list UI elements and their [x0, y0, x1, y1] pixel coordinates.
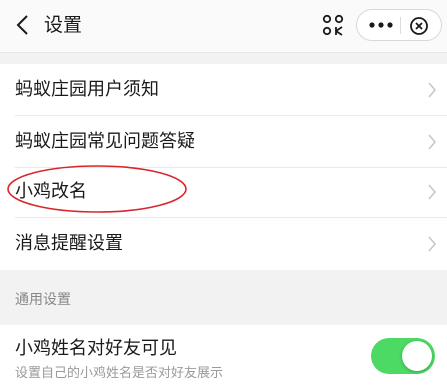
- capsule-divider: [400, 17, 401, 34]
- chevron-right-icon: [428, 134, 437, 150]
- chevron-right-icon: [428, 184, 437, 200]
- list-item-label: 小鸡改名: [15, 181, 87, 202]
- list-item-label: 蚂蚁庄园常见问题答疑: [15, 131, 195, 152]
- setting-description: 设置自己的小鸡姓名是否对好友展示: [15, 366, 224, 381]
- list-item-label: 消息提醒设置: [15, 233, 123, 254]
- chevron-right-icon: [428, 82, 437, 98]
- list-item-user-notice[interactable]: 蚂蚁庄园用户须知: [0, 64, 447, 116]
- setting-title: 小鸡姓名对好友可见: [15, 338, 177, 359]
- more-icon[interactable]: [367, 15, 395, 35]
- list-item-rename-chick[interactable]: 小鸡改名: [0, 166, 447, 218]
- scan-icon[interactable]: [322, 14, 344, 36]
- toggle-knob: [402, 341, 432, 371]
- close-icon[interactable]: [409, 16, 429, 36]
- list-item-faq[interactable]: 蚂蚁庄园常见问题答疑: [0, 116, 447, 168]
- page-title: 设置: [44, 14, 83, 36]
- visibility-setting-row: 小鸡姓名对好友可见 设置自己的小鸡姓名是否对好友展示: [0, 325, 447, 386]
- list-item-notification-settings[interactable]: 消息提醒设置: [0, 218, 447, 270]
- nav-bar: 设置: [0, 0, 447, 53]
- chevron-left-icon[interactable]: [14, 13, 34, 37]
- settings-list: 蚂蚁庄园用户须知 蚂蚁庄园常见问题答疑 小鸡改名 消息提醒设置: [0, 64, 447, 270]
- section-header: 通用设置: [15, 292, 71, 308]
- chevron-right-icon: [428, 236, 437, 252]
- list-item-label: 蚂蚁庄园用户须知: [15, 79, 159, 100]
- mini-program-capsule: [356, 9, 442, 41]
- visibility-toggle[interactable]: [371, 338, 435, 374]
